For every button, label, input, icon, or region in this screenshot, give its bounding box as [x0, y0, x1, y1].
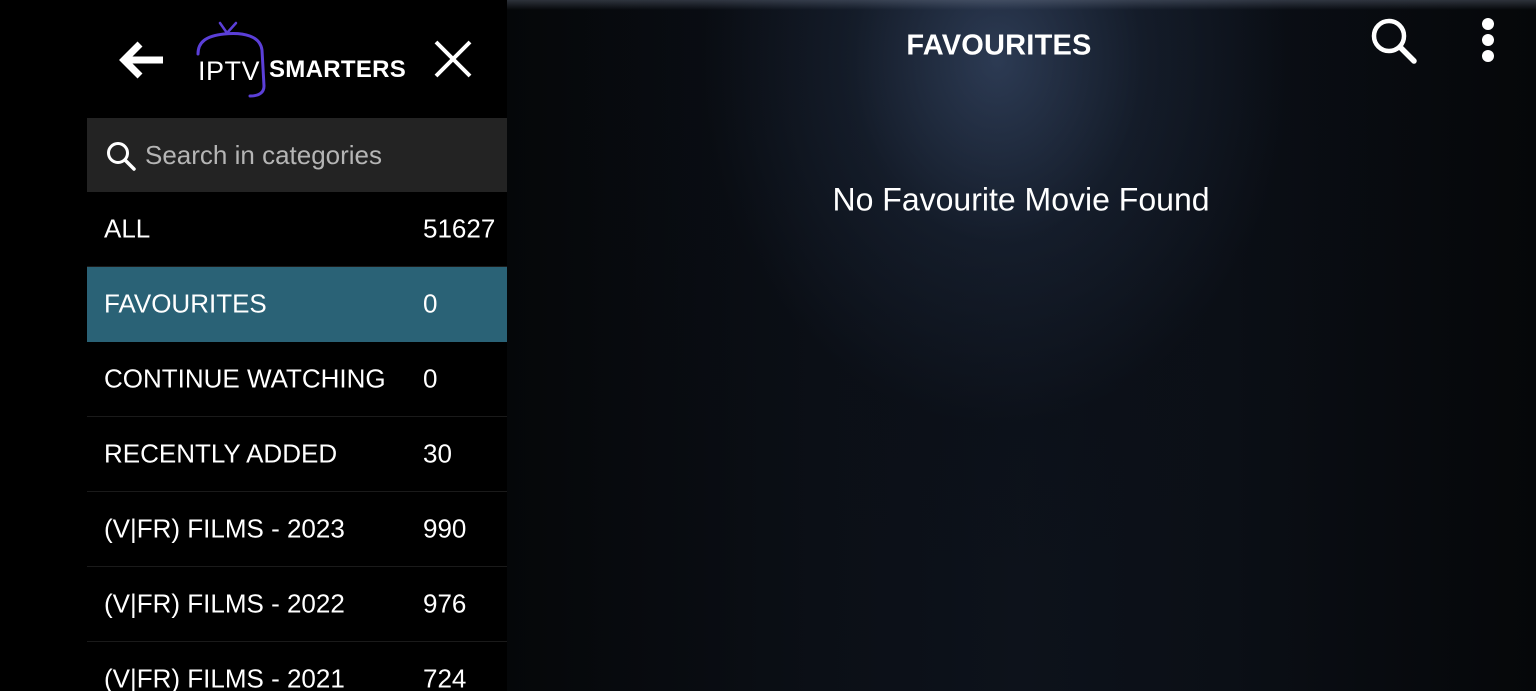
category-count: 0 — [423, 363, 438, 394]
category-count: 724 — [423, 663, 467, 691]
logo-text-smarters: SMARTERS — [269, 56, 407, 83]
category-sidebar: IPTV SMARTERS ALL51627FAVOURITES0CONTINU… — [0, 0, 507, 691]
back-arrow-icon[interactable] — [116, 38, 166, 82]
iptv-smarters-logo: IPTV SMARTERS — [194, 20, 407, 98]
category-name: (V|FR) FILMS - 2022 — [104, 588, 345, 619]
search-icon — [107, 142, 136, 171]
category-name: FAVOURITES — [104, 288, 267, 319]
category-name: CONTINUE WATCHING — [104, 363, 386, 394]
category-count: 976 — [423, 588, 467, 619]
category-item[interactable]: (V|FR) FILMS - 2021 724 — [87, 642, 507, 691]
category-item[interactable]: RECENTLY ADDED 30 — [87, 417, 507, 492]
category-count: 51627 — [423, 213, 496, 244]
category-name: RECENTLY ADDED — [104, 438, 338, 469]
category-search-box[interactable] — [87, 118, 507, 192]
category-item[interactable]: (V|FR) FILMS - 2023 990 — [87, 492, 507, 567]
logo-text-iptv: IPTV — [198, 56, 261, 86]
category-item[interactable]: (V|FR) FILMS - 2022 976 — [87, 567, 507, 642]
category-name: (V|FR) FILMS - 2023 — [104, 513, 345, 544]
screen: FAVOURITES No Favourite Movie Found IPTV… — [0, 0, 1536, 691]
category-list: ALL 51627 FAVOURITES 0 CONTINUE WATCHING 0 REC… — [87, 192, 507, 691]
category-item[interactable]: ALL 51627 — [87, 192, 507, 267]
category-name: ALL — [104, 213, 151, 244]
category-count: 30 — [423, 438, 452, 469]
more-vertical-icon[interactable] — [1473, 16, 1503, 66]
empty-state-message: No Favourite Movie Found — [832, 181, 1210, 218]
category-item[interactable]: FAVOURITES 0 — [87, 267, 507, 342]
category-count: 0 — [423, 288, 438, 319]
close-icon[interactable] — [430, 36, 476, 82]
page-title: FAVOURITES — [906, 29, 1092, 62]
category-item[interactable]: CONTINUE WATCHING 0 — [87, 342, 507, 417]
category-search-input[interactable] — [145, 132, 485, 178]
category-name: (V|FR) FILMS - 2021 — [104, 663, 345, 691]
category-count: 990 — [423, 513, 467, 544]
search-icon[interactable] — [1369, 16, 1419, 66]
main-content: FAVOURITES No Favourite Movie Found — [507, 0, 1536, 691]
